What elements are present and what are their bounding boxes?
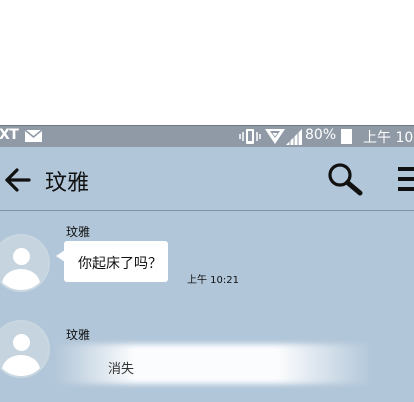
bubble-tail [56,250,65,262]
signal-icon [286,129,302,149]
avatar-body [2,269,40,290]
battery-percent: 80% [305,127,337,143]
message-text: 消失 [108,362,135,377]
mail-icon [25,130,42,142]
message-bubble[interactable]: 你起床了吗？ [56,241,168,282]
back-arrow-icon[interactable] [5,168,31,192]
wifi-icon [265,129,285,149]
message-time: 上午 10:21 [187,275,239,286]
contact-name-title: 玟雅 [45,171,90,196]
message-sender: 玟雅 [66,225,91,239]
avatar-body [2,355,40,376]
avatar-head [13,248,30,265]
menu-icon[interactable] [396,166,414,192]
fading-message-bubble [54,344,374,384]
vibrate-icon [238,129,262,148]
message-sender: 玟雅 [66,328,91,342]
message-text: 你起床了吗？ [78,256,162,272]
search-icon[interactable] [327,162,363,196]
status-clock: 上午 10:3 [363,130,414,146]
avatar-head [13,334,30,351]
status-bar: XT 80% 上午 10:3 [0,125,414,147]
carrier-label: XT [0,127,19,143]
battery-icon [341,129,352,144]
blank-top-area [0,0,414,125]
